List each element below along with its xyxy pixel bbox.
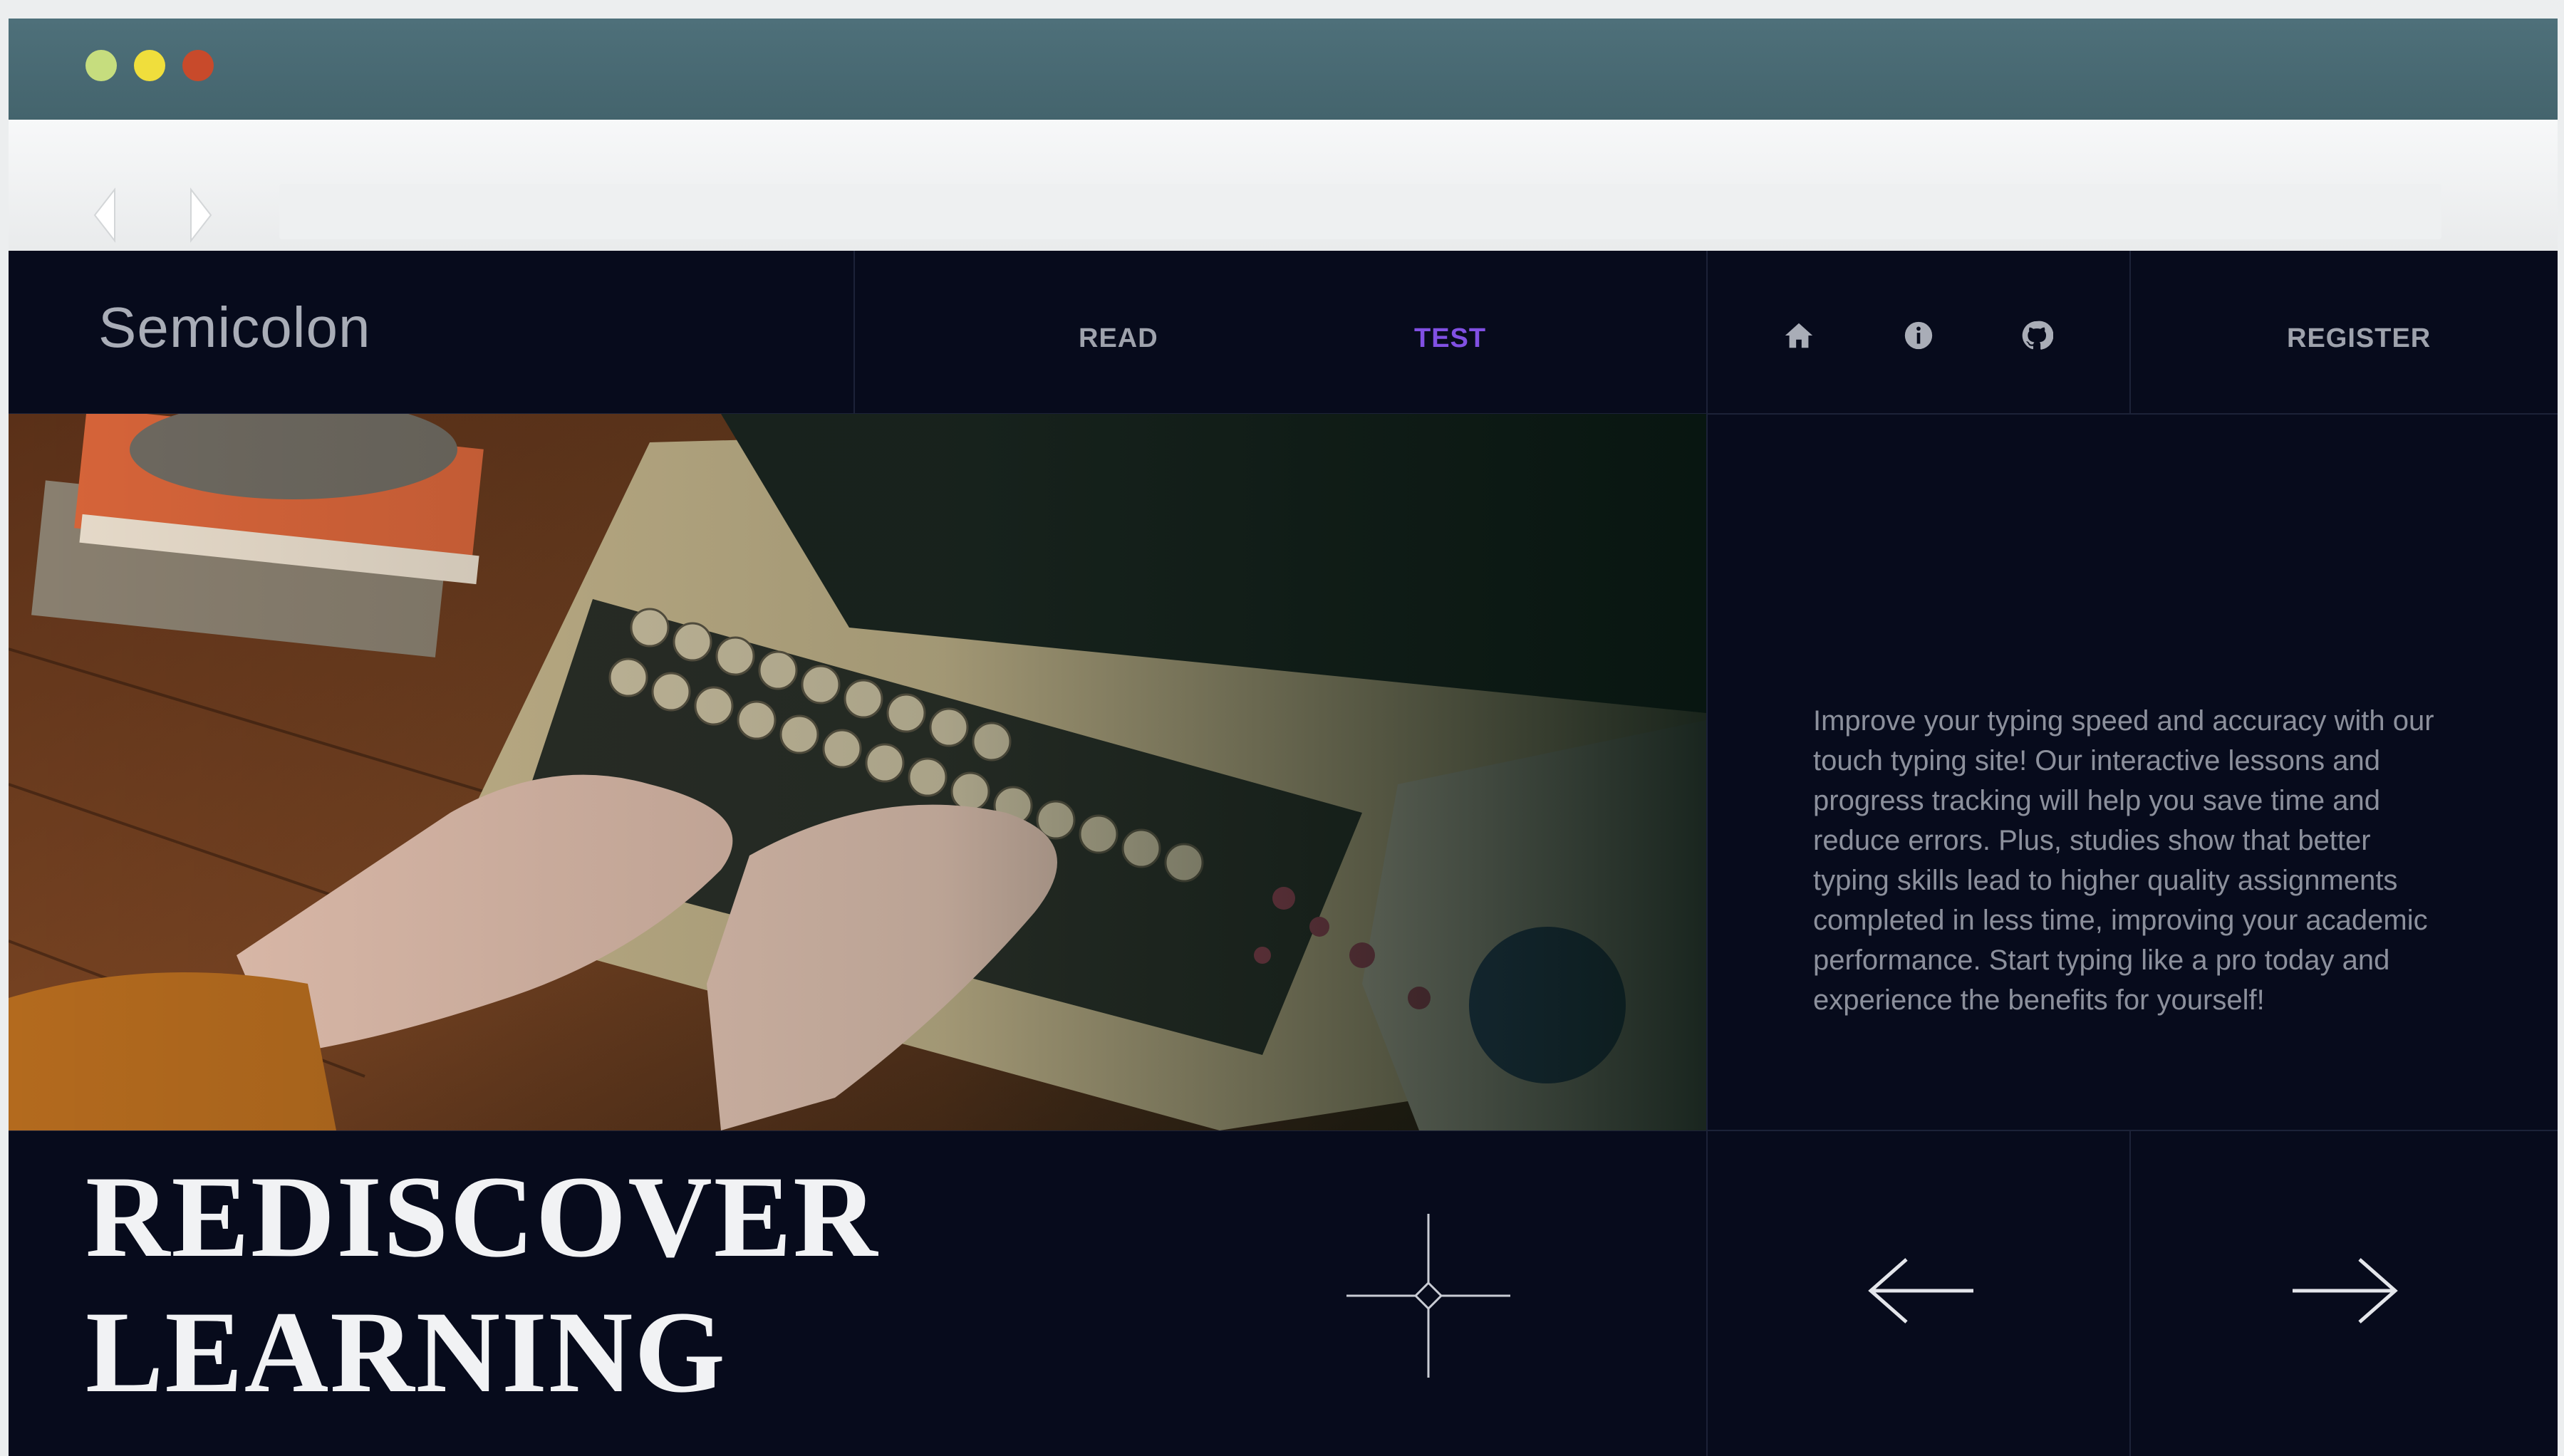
register-button[interactable]: REGISTER: [2287, 323, 2431, 354]
next-arrow-icon[interactable]: [2287, 1255, 2401, 1326]
forward-arrow-icon[interactable]: [187, 187, 215, 244]
headline-line-1: REDISCOVER: [85, 1153, 879, 1281]
nav-link-test[interactable]: TEST: [1414, 323, 1486, 354]
address-bar[interactable]: [279, 184, 2441, 239]
window-control-red[interactable]: [182, 50, 214, 81]
hero-image: [9, 414, 1706, 1130]
previous-arrow-icon[interactable]: [1865, 1255, 1979, 1326]
browser-titlebar: [9, 19, 2558, 120]
grid-divider: [853, 251, 855, 414]
nav-link-read[interactable]: READ: [1079, 323, 1158, 354]
grid-divider: [1706, 251, 1708, 1456]
browser-toolbar: [9, 120, 2558, 269]
hero-headline: REDISCOVER LEARNING: [85, 1150, 879, 1420]
window-control-green[interactable]: [85, 50, 117, 81]
window-control-yellow[interactable]: [134, 50, 165, 81]
grid-divider: [2129, 251, 2131, 414]
home-icon[interactable]: [1782, 319, 1815, 352]
back-arrow-icon[interactable]: [90, 187, 119, 244]
sparkle-icon: [1346, 1214, 1510, 1378]
headline-line-2: LEARNING: [85, 1288, 727, 1417]
github-icon[interactable]: [2020, 319, 2053, 352]
grid-divider: [2129, 1130, 2131, 1456]
browser-window: Semicolon READ TEST REGISTER Improve you…: [9, 19, 2558, 1456]
hero-description: Improve your typing speed and accuracy w…: [1813, 705, 2434, 1016]
info-icon[interactable]: [1902, 319, 1935, 352]
website: Semicolon READ TEST REGISTER Improve you…: [9, 251, 2558, 1456]
site-logo[interactable]: Semicolon: [98, 295, 371, 360]
